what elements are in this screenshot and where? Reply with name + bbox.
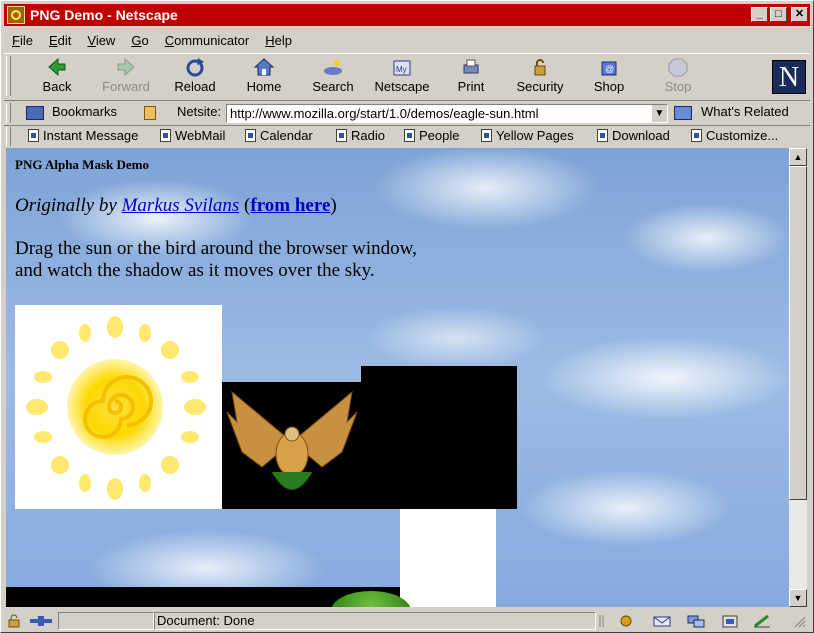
menu-edit[interactable]: Edit	[41, 33, 79, 48]
window-title: PNG Demo - Netscape	[30, 7, 178, 23]
back-button[interactable]: Back	[24, 57, 90, 99]
progress-cell	[58, 612, 154, 630]
eagle-graphic	[226, 390, 358, 490]
discussions-component-icon[interactable]	[686, 614, 706, 628]
status-grip-icon	[598, 614, 606, 628]
people-button[interactable]: People	[404, 128, 459, 143]
browser-window: PNG Demo - Netscape _ □ ✕ File Edit View…	[0, 0, 814, 633]
menu-view[interactable]: View	[79, 33, 123, 48]
location-toolbar: Bookmarks Netsite: http://www.mozilla.or…	[4, 101, 810, 126]
reload-icon	[184, 57, 206, 77]
toolbar-grip[interactable]	[6, 56, 11, 96]
forward-button[interactable]: Forward	[93, 57, 159, 99]
forward-arrow-icon	[115, 57, 137, 77]
mail-component-icon[interactable]	[652, 614, 672, 628]
byline-prefix: Originally by	[15, 195, 117, 216]
address-book-component-icon[interactable]	[720, 614, 740, 628]
author-link[interactable]: Markus Svilans	[122, 195, 240, 216]
netsite-label: Netsite:	[177, 104, 222, 119]
menu-communicator[interactable]: Communicator	[157, 33, 258, 48]
calendar-button[interactable]: Calendar	[245, 128, 313, 143]
personal-toolbar: Instant Message WebMail Calendar Radio P…	[4, 126, 810, 148]
svg-text:My: My	[396, 65, 407, 74]
scroll-up-button[interactable]: ▲	[789, 148, 807, 166]
status-text: Document: Done	[154, 612, 596, 630]
instant-message-icon	[28, 129, 39, 142]
url-input[interactable]: http://www.mozilla.org/start/1.0/demos/e…	[226, 104, 668, 123]
bookmark-page-icon	[597, 129, 608, 142]
whats-related-button[interactable]: What's Related	[674, 104, 789, 120]
customize-button[interactable]: Customize...	[691, 128, 778, 143]
page-heading: PNG Alpha Mask Demo	[15, 157, 149, 172]
minimize-button[interactable]: _	[751, 7, 768, 22]
stop-icon	[667, 57, 689, 77]
reload-button[interactable]: Reload	[162, 57, 228, 99]
navigator-component-icon[interactable]	[616, 614, 636, 628]
search-icon	[322, 57, 344, 77]
location-page-icon[interactable]	[144, 104, 156, 120]
location-grip[interactable]	[6, 103, 11, 123]
vertical-scrollbar[interactable]: ▲ ▼	[789, 148, 807, 607]
shop-button[interactable]: @ Shop	[576, 57, 642, 99]
shadow-block	[361, 366, 517, 509]
whats-related-icon	[674, 105, 692, 120]
stop-button[interactable]: Stop	[645, 57, 711, 99]
svg-text:@: @	[605, 64, 614, 74]
menu-help[interactable]: Help	[257, 33, 300, 48]
from-here-link[interactable]: from here	[250, 195, 330, 216]
url-dropdown-button[interactable]: ▼	[652, 105, 667, 122]
draggable-sun-image[interactable]	[15, 305, 222, 509]
bookmark-page-icon	[245, 129, 256, 142]
description-line-1: Drag the sun or the bird around the brow…	[15, 238, 417, 259]
radio-button[interactable]: Radio	[336, 128, 385, 143]
download-button[interactable]: Download	[597, 128, 670, 143]
printer-icon	[460, 57, 482, 77]
home-button[interactable]: Home	[231, 57, 297, 99]
search-button[interactable]: Search	[300, 57, 366, 99]
menu-bar: File Edit View Go Communicator Help	[4, 29, 300, 51]
white-block	[400, 509, 496, 607]
shop-bag-icon: @	[598, 57, 620, 77]
title-bar[interactable]: PNG Demo - Netscape _ □ ✕	[4, 4, 810, 26]
bookmark-page-icon	[481, 129, 492, 142]
bookmarks-button[interactable]: Bookmarks	[26, 104, 117, 120]
security-lock-icon[interactable]	[6, 614, 22, 628]
online-offline-icon[interactable]	[28, 614, 54, 628]
composer-component-icon[interactable]	[752, 614, 772, 628]
draggable-eagle-image[interactable]	[222, 382, 361, 509]
bookmark-page-icon	[160, 129, 171, 142]
yellow-pages-button[interactable]: Yellow Pages	[481, 128, 574, 143]
status-bar: Document: Done	[4, 611, 810, 631]
netscape-app-icon[interactable]	[7, 6, 25, 24]
bookmarks-book-icon	[26, 105, 44, 120]
print-button[interactable]: Print	[438, 57, 504, 99]
scroll-down-button[interactable]: ▼	[789, 589, 807, 607]
page-content: PNG Alpha Mask Demo Originally by Markus…	[6, 148, 789, 607]
sun-graphic	[26, 316, 206, 500]
padlock-icon	[529, 57, 551, 77]
menu-go[interactable]: Go	[123, 33, 156, 48]
netscape-button[interactable]: My Netscape	[369, 57, 435, 99]
navigation-toolbar: Back Forward Reload Home Search My Netsc…	[4, 53, 810, 101]
my-netscape-icon: My	[391, 57, 413, 77]
resize-grip-icon[interactable]	[792, 614, 806, 628]
close-button[interactable]: ✕	[791, 7, 808, 22]
webmail-button[interactable]: WebMail	[160, 128, 225, 143]
home-icon	[253, 57, 275, 77]
maximize-button[interactable]: □	[770, 7, 787, 22]
bookmark-page-icon	[691, 129, 702, 142]
back-arrow-icon	[46, 57, 68, 77]
security-button[interactable]: Security	[507, 57, 573, 99]
menu-file[interactable]: File	[4, 33, 41, 48]
description-line-2: and watch the shadow as it moves over th…	[15, 260, 375, 281]
bookmark-page-icon	[336, 129, 347, 142]
byline: Originally by Markus Svilans (from here)	[15, 195, 337, 216]
instant-message-button[interactable]: Instant Message	[28, 128, 138, 143]
description: Drag the sun or the bird around the brow…	[15, 238, 417, 282]
personal-grip[interactable]	[6, 127, 11, 146]
scroll-thumb[interactable]	[789, 166, 807, 500]
bookmark-page-icon	[404, 129, 415, 142]
netscape-throbber-logo[interactable]: N	[772, 60, 806, 94]
